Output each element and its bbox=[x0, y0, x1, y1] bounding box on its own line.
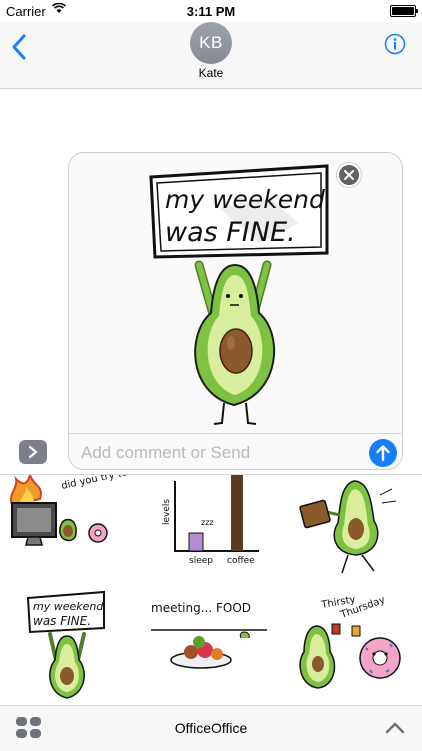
status-bar: Carrier 3:11 PM bbox=[0, 0, 422, 22]
close-icon bbox=[344, 170, 354, 180]
sticker2-ylabel: levels bbox=[162, 499, 172, 525]
preview-caption-line1: my weekend bbox=[165, 185, 325, 214]
sticker-sleep-coffee-chart[interactable]: levels zzz sleep coffee bbox=[141, 475, 281, 590]
comment-row bbox=[69, 433, 402, 469]
sticker-preview-card: my weekend was FINE. bbox=[68, 152, 403, 470]
sticker-preview-image[interactable]: my weekend was FINE. bbox=[69, 153, 402, 431]
up-arrow-icon bbox=[376, 445, 390, 462]
sticker-thirsty-thursday[interactable]: Thirsty Thursday bbox=[282, 590, 422, 705]
app-drawer-bar: OfficeOffice bbox=[0, 705, 422, 751]
info-icon[interactable] bbox=[384, 33, 406, 55]
contact-avatar[interactable]: KB bbox=[190, 22, 232, 64]
sticker5-caption: meeting... FOOD bbox=[151, 601, 251, 615]
sticker1-caption: did you try turning it off and on? bbox=[60, 475, 140, 492]
sticker4-caption-line1: my weekend bbox=[33, 600, 104, 613]
chevron-up-icon[interactable] bbox=[384, 720, 406, 736]
sticker-computer-fire[interactable]: did you try turning it off and on? bbox=[0, 475, 140, 590]
sticker-weekend-fine[interactable]: my weekend was FINE. bbox=[0, 590, 140, 705]
battery-icon bbox=[390, 5, 418, 17]
sticker2-xlabel2: coffee bbox=[227, 556, 255, 566]
sticker2-xlabel1: sleep bbox=[189, 556, 213, 566]
sticker-meeting-food[interactable]: meeting... FOOD bbox=[141, 590, 281, 705]
send-button[interactable] bbox=[369, 439, 397, 467]
sticker4-caption-line2: was FINE. bbox=[33, 614, 91, 628]
sticker-avocado-briefcase[interactable] bbox=[282, 475, 422, 590]
contact-name[interactable]: Kate bbox=[0, 66, 422, 80]
remove-sticker-button[interactable] bbox=[337, 163, 361, 187]
app-name: OfficeOffice bbox=[174, 720, 248, 736]
expand-apps-button[interactable] bbox=[19, 440, 47, 464]
sticker-tray: did you try turning it off and on? level… bbox=[0, 474, 422, 705]
preview-caption-line2: was FINE. bbox=[165, 217, 296, 248]
sticker2-note: zzz bbox=[201, 518, 214, 527]
clock-time: 3:11 PM bbox=[186, 4, 236, 19]
chevron-right-icon bbox=[28, 445, 38, 459]
back-chevron-icon[interactable] bbox=[8, 32, 30, 62]
comment-input[interactable] bbox=[79, 436, 363, 469]
conversation-header: KB Kate bbox=[0, 22, 422, 89]
